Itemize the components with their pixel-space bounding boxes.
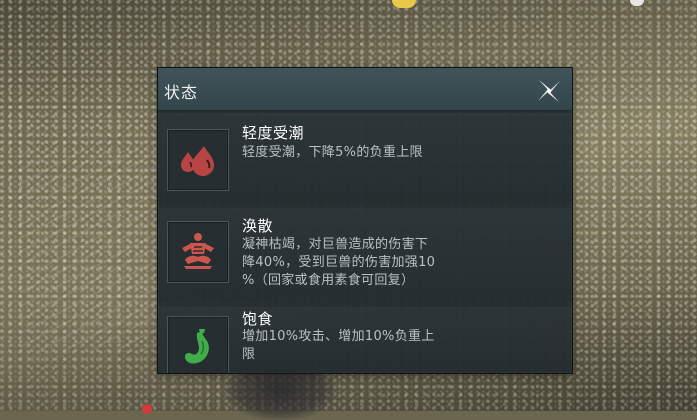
status-panel: 状态 轻度受潮 轻度受潮，下降5%的负重上限 涣散 凝神枯竭，对巨兽造成的伤害下… — [157, 67, 573, 374]
status-name: 涣散 — [242, 217, 274, 235]
description-line: 增加10%攻击、增加10%负重上 — [242, 329, 435, 344]
status-icon-frame — [167, 129, 229, 191]
status-description: 增加10%攻击、增加10%负重上 限 — [242, 328, 474, 364]
description-line: 凝神枯竭，对巨兽造成的伤害下 — [242, 237, 429, 252]
stomach-icon — [185, 329, 209, 364]
close-x-icon — [538, 80, 560, 102]
status-item-distracted: 涣散 凝神枯竭，对巨兽造成的伤害下 降40%，受到巨兽的伤害加强10 %（回家或… — [158, 208, 572, 301]
meditating-figure-icon — [182, 233, 214, 269]
panel-title: 状态 — [164, 83, 199, 102]
water-drops-icon — [181, 146, 214, 176]
description-line: 轻度受潮，下降5%的负重上限 — [242, 145, 423, 160]
status-icon-frame — [167, 316, 229, 373]
status-icon-frame — [167, 221, 229, 283]
description-line: 降40%，受到巨兽的伤害加强10 — [242, 255, 436, 270]
status-name: 饱食 — [242, 310, 274, 328]
status-item-damp: 轻度受潮 轻度受潮，下降5%的负重上限 — [158, 113, 572, 202]
panel-header: 状态 — [158, 68, 572, 111]
description-line: 限 — [242, 347, 256, 362]
description-line: %（回家或食用素食可回复） — [242, 273, 415, 288]
status-name: 轻度受潮 — [242, 124, 305, 142]
close-button[interactable] — [534, 76, 564, 106]
status-description: 轻度受潮，下降5%的负重上限 — [242, 144, 474, 162]
status-description: 凝神枯竭，对巨兽造成的伤害下 降40%，受到巨兽的伤害加强10 %（回家或食用素… — [242, 236, 474, 290]
red-marker — [142, 404, 152, 414]
rain-streaks — [20, 150, 170, 350]
status-item-full: 饱食 增加10%攻击、增加10%负重上 限 — [158, 307, 572, 373]
